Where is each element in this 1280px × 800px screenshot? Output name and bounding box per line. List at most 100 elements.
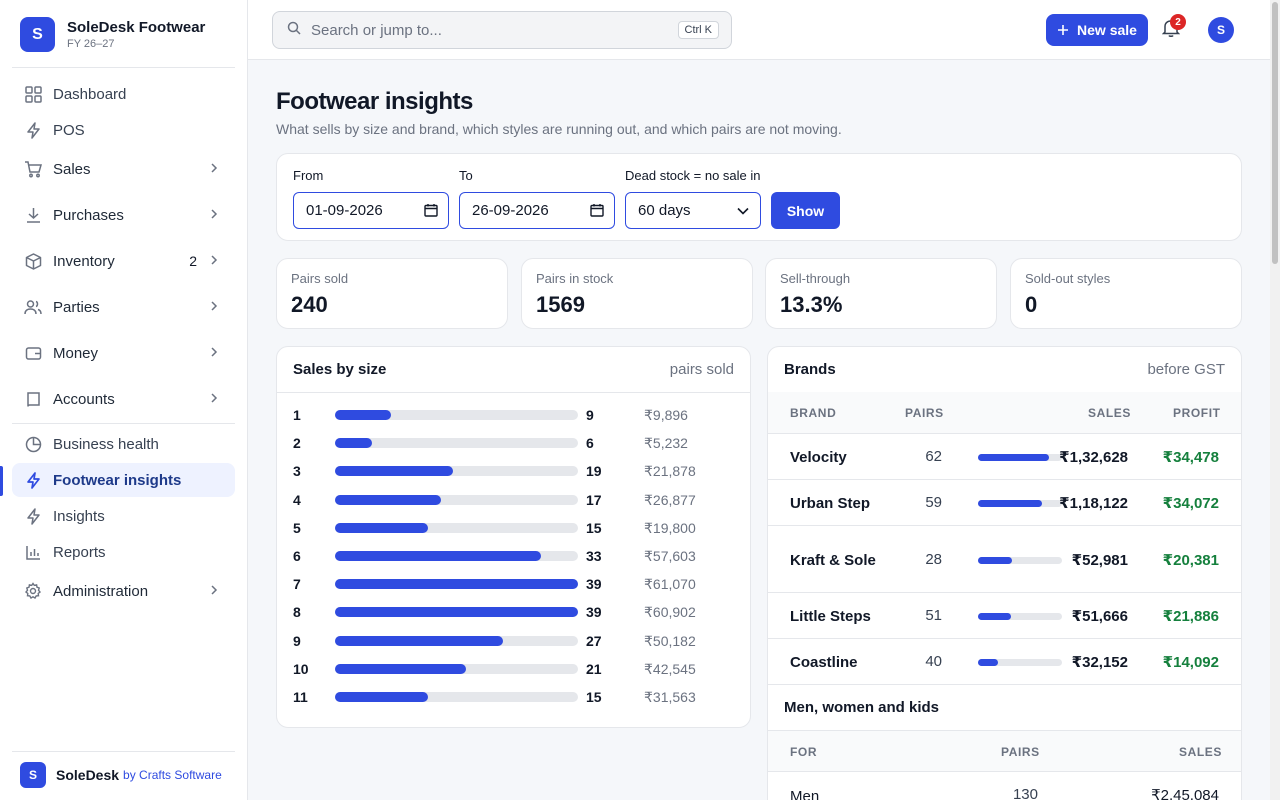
brand-profit: ₹34,072	[1162, 495, 1219, 512]
stat-label: Sold-out styles	[1025, 271, 1111, 286]
size-amount: ₹5,232	[644, 435, 688, 452]
brand-share-bar	[978, 659, 999, 666]
page-scrollbar[interactable]	[1270, 0, 1280, 800]
size-row: 11 15 ₹31,563	[293, 687, 736, 707]
size-bar-track	[335, 522, 578, 533]
dead-stock-value: 60 days	[638, 202, 691, 219]
size-amount: ₹9,896	[644, 407, 688, 423]
scrollbar-thumb[interactable]	[1272, 2, 1278, 264]
size-row: 10 21 ₹42,545	[293, 659, 736, 679]
sidebar-item-reports[interactable]: Reports	[12, 535, 235, 569]
size-bar-track	[335, 494, 578, 505]
card-title: Sales by size	[293, 361, 387, 378]
footer-vendor[interactable]: by Crafts Software	[123, 768, 222, 782]
brand-profit: ₹20,381	[1162, 551, 1219, 569]
size-label: 5	[293, 519, 301, 536]
stat-sold-out-styles: Sold-out styles 0	[1010, 258, 1242, 329]
size-row: 6 33 ₹57,603	[293, 546, 736, 566]
search-placeholder: Search or jump to...	[311, 21, 442, 39]
size-amount: ₹42,545	[644, 660, 696, 677]
notification-badge: 2	[1170, 14, 1186, 30]
column-header-profit[interactable]: PROFIT	[1173, 406, 1221, 420]
download-icon	[24, 206, 42, 224]
chevron-down-icon	[736, 204, 750, 222]
card-note: pairs sold	[669, 361, 734, 378]
sidebar-item-money[interactable]: Money	[12, 336, 235, 370]
dead-stock-select[interactable]: 60 days	[625, 192, 761, 229]
column-header-for[interactable]: FOR	[790, 745, 817, 759]
sidebar-item-insights[interactable]: Insights	[12, 499, 235, 533]
brands-card: Brands before GST BRAND PAIRS SALES PROF…	[767, 346, 1242, 800]
size-bar-track	[335, 663, 578, 674]
sidebar-item-purchases[interactable]: Purchases	[12, 198, 235, 232]
stat-label: Sell-through	[780, 271, 851, 286]
users-icon	[24, 298, 42, 316]
size-bar	[335, 438, 373, 449]
app-name: SoleDesk Footwear	[67, 19, 206, 36]
size-row: 1 9 ₹9,896	[293, 405, 736, 425]
brand-row[interactable]: Urban Step 59 ₹1,18,122 ₹34,072	[768, 480, 1241, 526]
sidebar-item-administration[interactable]: Administration	[12, 574, 235, 608]
show-button[interactable]: Show	[771, 192, 840, 229]
brand-row[interactable]: Little Steps 51 ₹51,666 ₹21,886	[768, 593, 1241, 639]
segment-pairs: 130	[1012, 786, 1038, 800]
size-bar-track	[335, 635, 578, 646]
brand-pairs: 62	[925, 448, 942, 465]
brand-profit: ₹21,886	[1162, 608, 1219, 625]
bolt-icon	[24, 471, 42, 489]
column-header-pairs[interactable]: PAIRS	[905, 406, 944, 420]
size-pairs: 33	[586, 548, 602, 564]
sidebar-divider	[12, 67, 235, 68]
column-header-sales[interactable]: SALES	[1179, 745, 1222, 759]
size-pairs: 15	[586, 689, 602, 705]
brand-pairs: 28	[925, 550, 942, 568]
from-label: From	[293, 168, 324, 183]
size-label: 3	[293, 463, 301, 480]
segment-for: Men	[790, 788, 820, 800]
from-date-field[interactable]: 01-09-2026	[293, 192, 449, 229]
brand-row[interactable]: Kraft & Sole 28 ₹52,981 ₹20,381	[768, 526, 1241, 593]
column-header-sales[interactable]: SALES	[1088, 406, 1131, 420]
app-logo: S	[20, 17, 55, 52]
size-label: 1	[293, 407, 301, 423]
card-title: Brands	[784, 361, 836, 378]
brand-sales: ₹1,32,628	[1059, 449, 1128, 466]
size-pairs: 39	[586, 604, 602, 621]
calendar-icon[interactable]	[424, 203, 438, 221]
brand-sales: ₹51,666	[1071, 608, 1128, 625]
stat-value: 13.3%	[780, 292, 843, 317]
size-pairs: 27	[586, 632, 602, 649]
sidebar-item-label: Accounts	[53, 390, 115, 408]
sidebar-item-parties[interactable]: Parties	[12, 290, 235, 324]
sidebar-item-sales[interactable]: Sales	[12, 152, 235, 186]
chevron-right-icon	[207, 206, 221, 226]
column-header-brand[interactable]: BRAND	[790, 406, 836, 420]
sidebar-item-inventory[interactable]: Inventory 2	[12, 244, 235, 278]
sidebar-item-accounts[interactable]: Accounts	[12, 382, 235, 416]
segment-row[interactable]: Men 130 ₹2,45,084	[768, 772, 1241, 800]
brand-row[interactable]: Coastline 40 ₹32,152 ₹14,092	[768, 639, 1241, 685]
sidebar-item-pos[interactable]: POS	[12, 113, 235, 147]
size-bar	[335, 551, 541, 561]
sidebar-item-business-health[interactable]: Business health	[12, 427, 235, 461]
footer-brand[interactable]: S SoleDesk by Crafts Software	[20, 762, 222, 788]
size-row: 3 19 ₹21,878	[293, 461, 736, 481]
app-brand[interactable]: S SoleDesk Footwear FY 26–27	[20, 17, 205, 52]
brand-row[interactable]: Velocity 62 ₹1,32,628 ₹34,478	[768, 434, 1241, 480]
brand-share-bar	[978, 556, 1012, 564]
sidebar-item-label: Purchases	[53, 206, 124, 224]
size-label: 8	[293, 604, 301, 621]
size-pairs: 21	[586, 660, 602, 677]
avatar[interactable]: S	[1208, 17, 1234, 43]
brand-name: Coastline	[790, 654, 858, 671]
to-date-field[interactable]: 26-09-2026	[459, 192, 615, 229]
segments-table-header: FOR PAIRS SALES	[768, 730, 1241, 772]
column-header-pairs[interactable]: PAIRS	[1001, 745, 1040, 759]
search-input[interactable]: Search or jump to... Ctrl K	[272, 11, 732, 49]
sidebar-item-footwear-insights[interactable]: Footwear insights	[12, 463, 235, 497]
new-sale-button[interactable]: New sale	[1046, 14, 1148, 46]
bolt-icon	[24, 121, 42, 139]
sidebar-item-dashboard[interactable]: Dashboard	[12, 77, 235, 111]
calendar-icon[interactable]	[590, 203, 604, 221]
stat-label: Pairs in stock	[536, 271, 614, 286]
